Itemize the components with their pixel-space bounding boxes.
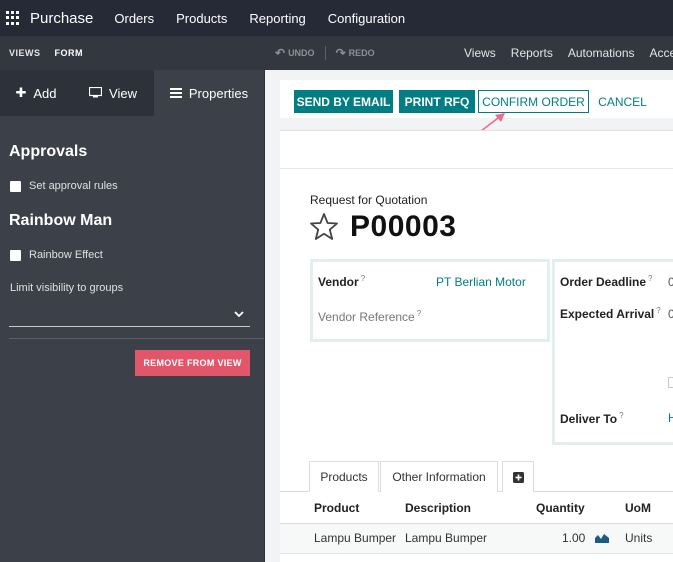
vendor-label: Vendor? bbox=[318, 274, 365, 289]
row-uom[interactable]: Units bbox=[625, 531, 652, 545]
deliver-to-help-icon[interactable]: ? bbox=[619, 411, 623, 420]
menu-reporting[interactable]: Reporting bbox=[249, 11, 305, 26]
deliver-to-field[interactable]: H bbox=[668, 411, 673, 425]
deliver-to-label-text: Deliver To bbox=[560, 412, 618, 426]
row-quantity[interactable]: 1.00 bbox=[562, 531, 585, 545]
star-icon[interactable] bbox=[309, 212, 339, 242]
statusbar-separator bbox=[280, 168, 673, 169]
rainbow-effect-label: Rainbow Effect bbox=[29, 249, 103, 261]
print-rfq-button[interactable]: PRINT RFQ bbox=[399, 90, 475, 113]
groups-select[interactable] bbox=[9, 303, 250, 327]
vendor-help-icon[interactable]: ? bbox=[361, 274, 365, 283]
app-name[interactable]: Purchase bbox=[30, 10, 93, 27]
ask-confirmation-checkbox[interactable] bbox=[668, 377, 673, 388]
vendor-reference-label: Vendor Reference? bbox=[318, 309, 421, 324]
studio-sidebar: ✚ Add View Properties Approvals Set appr… bbox=[0, 70, 264, 562]
studio-nav-access[interactable]: Access C bbox=[650, 46, 673, 60]
top-navbar: Purchase Orders Products Reporting Confi… bbox=[0, 0, 673, 36]
cancel-button[interactable]: CANCEL bbox=[595, 90, 650, 113]
studio-toolbar: VIEWS FORM ↶ UNDO ↷ REDO Views Reports A… bbox=[0, 36, 673, 70]
rainbow-effect-checkbox[interactable] bbox=[10, 249, 21, 261]
rainbow-effect-row[interactable]: Rainbow Effect bbox=[10, 249, 103, 261]
document-type-label: Request for Quotation bbox=[310, 193, 428, 207]
studio-nav-automations[interactable]: Automations bbox=[568, 46, 635, 60]
vendor-field[interactable]: PT Berlian Motor bbox=[436, 275, 526, 289]
menu-products[interactable]: Products bbox=[176, 11, 227, 26]
undo-redo-divider bbox=[324, 46, 326, 60]
studio-nav-reports[interactable]: Reports bbox=[511, 46, 553, 60]
tab-products[interactable]: Products bbox=[309, 461, 379, 492]
tab-view[interactable]: View bbox=[72, 70, 154, 116]
deliver-to-label: Deliver To? bbox=[560, 411, 624, 426]
sidebar-tabs: ✚ Add View Properties bbox=[0, 70, 264, 116]
undo-icon[interactable]: ↶ bbox=[275, 46, 285, 60]
order-deadline-field[interactable]: 0 bbox=[668, 275, 673, 289]
expected-arrival-label-text: Expected Arrival bbox=[560, 307, 655, 321]
forecast-chart-icon[interactable] bbox=[595, 532, 609, 543]
plus-icon: ✚ bbox=[15, 85, 27, 100]
set-approval-rules-label: Set approval rules bbox=[29, 180, 118, 192]
vendor-label-text: Vendor bbox=[318, 275, 359, 289]
approvals-title: Approvals bbox=[9, 143, 88, 160]
undo-redo-group: ↶ UNDO ↷ REDO bbox=[275, 36, 375, 70]
tab-properties[interactable]: Properties bbox=[154, 70, 264, 116]
redo-icon[interactable]: ↷ bbox=[336, 46, 346, 60]
plus-square-icon bbox=[512, 471, 524, 483]
undo-button[interactable]: UNDO bbox=[288, 48, 315, 58]
column-uom[interactable]: UoM bbox=[625, 501, 651, 515]
column-quantity[interactable]: Quantity bbox=[536, 501, 585, 515]
rainbow-man-title: Rainbow Man bbox=[9, 212, 113, 229]
tab-add[interactable]: ✚ Add bbox=[0, 70, 72, 116]
send-by-email-button[interactable]: SEND BY EMAIL bbox=[294, 90, 393, 113]
tab-other-information[interactable]: Other Information bbox=[380, 461, 498, 492]
studio-nav-views[interactable]: Views bbox=[464, 46, 496, 60]
limit-visibility-label: Limit visibility to groups bbox=[10, 282, 124, 294]
main-left-border bbox=[264, 70, 265, 562]
properties-icon bbox=[169, 86, 182, 101]
expected-arrival-help-icon[interactable]: ? bbox=[656, 306, 660, 315]
set-approval-rules-checkbox[interactable] bbox=[10, 180, 21, 192]
vendor-reference-help-icon[interactable]: ? bbox=[417, 309, 421, 318]
order-reference: P00003 bbox=[350, 210, 457, 243]
set-approval-rules-row[interactable]: Set approval rules bbox=[10, 180, 118, 192]
remove-from-view-button[interactable]: REMOVE FROM VIEW bbox=[135, 350, 250, 376]
tab-view-label: View bbox=[109, 85, 137, 101]
menu-orders[interactable]: Orders bbox=[114, 11, 154, 26]
order-deadline-help-icon[interactable]: ? bbox=[648, 274, 652, 283]
vendor-reference-label-text: Vendor Reference bbox=[318, 310, 415, 324]
expected-arrival-field[interactable]: 0 bbox=[668, 307, 673, 321]
sidebar-divider bbox=[9, 338, 264, 339]
column-description[interactable]: Description bbox=[405, 501, 471, 515]
studio-nav: Views Reports Automations Access C bbox=[464, 36, 673, 70]
vendor-group bbox=[310, 259, 550, 342]
row-description[interactable]: Lampu Bumper bbox=[405, 531, 487, 545]
row-product[interactable]: Lampu Bumper bbox=[314, 531, 396, 545]
expected-arrival-label: Expected Arrival? bbox=[560, 306, 661, 321]
menu-configuration[interactable]: Configuration bbox=[328, 11, 405, 26]
order-deadline-label: Order Deadline? bbox=[560, 274, 652, 289]
breadcrumb-views[interactable]: VIEWS bbox=[9, 48, 41, 58]
add-tab-button[interactable] bbox=[502, 461, 534, 492]
breadcrumb-form: FORM bbox=[54, 48, 84, 58]
apps-menu-icon[interactable] bbox=[6, 11, 20, 25]
tab-properties-label: Properties bbox=[188, 85, 249, 101]
redo-button[interactable]: REDO bbox=[349, 48, 375, 58]
tab-add-label: Add bbox=[33, 85, 57, 101]
chevron-down-icon bbox=[234, 309, 244, 321]
monitor-icon bbox=[88, 86, 103, 101]
column-product[interactable]: Product bbox=[314, 501, 359, 515]
order-deadline-label-text: Order Deadline bbox=[560, 275, 647, 289]
